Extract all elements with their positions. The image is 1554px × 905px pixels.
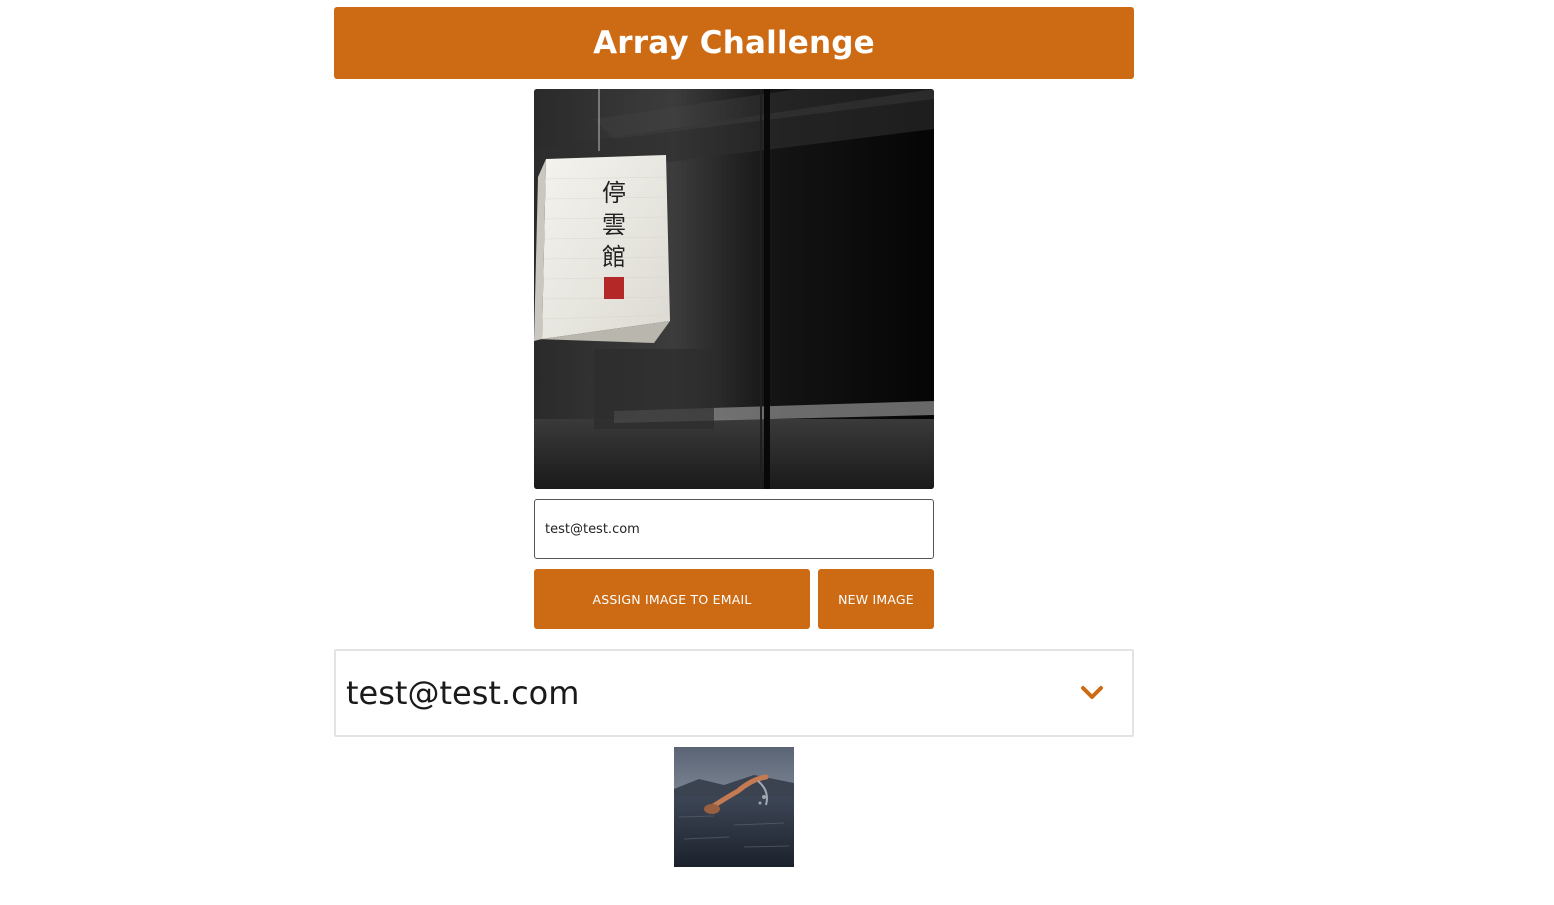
email-input[interactable] <box>534 499 934 559</box>
page: Array Challenge 停 雲 館 test@test.com ASSI… <box>0 0 1554 905</box>
accordion-email-label: test@test.com <box>346 674 580 712</box>
svg-text:館: 館 <box>602 243 626 271</box>
svg-text:雲: 雲 <box>602 211 626 239</box>
new-image-button[interactable]: NEW IMAGE <box>818 569 934 629</box>
page-title: Array Challenge <box>593 25 875 61</box>
random-image: 停 雲 館 <box>534 89 934 489</box>
chevron-down-icon[interactable] <box>1080 681 1104 705</box>
email-accordion-header[interactable]: test@test.com <box>334 649 1134 737</box>
assigned-image-thumbnail <box>674 747 794 867</box>
paper-lantern-photo: 停 雲 館 <box>534 89 934 489</box>
swimmer-photo <box>674 747 794 867</box>
header-bar: Array Challenge <box>334 7 1134 79</box>
svg-text:停: 停 <box>602 179 626 207</box>
assign-image-button[interactable]: ASSIGN IMAGE TO EMAIL <box>534 569 810 629</box>
